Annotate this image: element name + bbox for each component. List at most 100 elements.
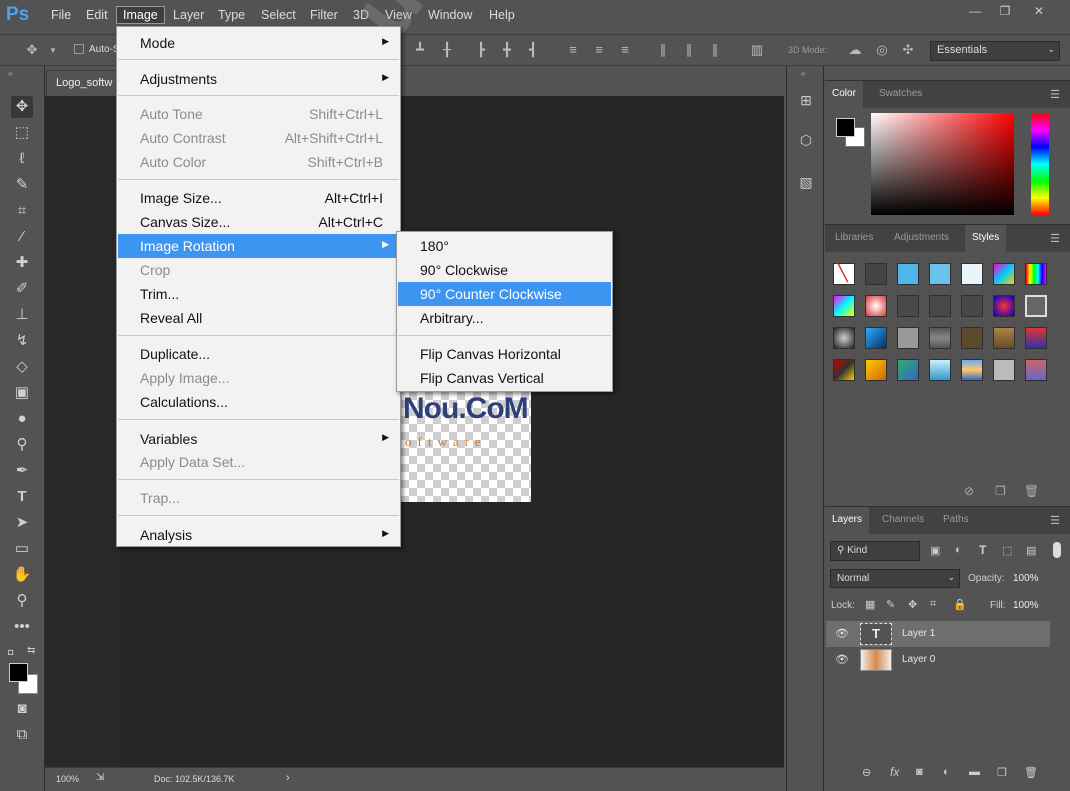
more-tools-icon[interactable]: ••• (11, 616, 33, 638)
layer-filter-select[interactable]: ⚲ Kind (830, 541, 920, 561)
properties-panel-icon[interactable]: ▧ (796, 174, 816, 194)
fx-icon[interactable]: fx (890, 765, 899, 779)
menu-layer[interactable]: Layer (173, 8, 204, 22)
filter-toggle[interactable] (1053, 542, 1061, 558)
menu-item-auto-color[interactable]: Auto Color Shift+Ctrl+B (118, 150, 399, 174)
trash-icon[interactable]: 🗑 (1024, 484, 1039, 498)
menu-item-duplicate[interactable]: Duplicate... (118, 342, 399, 366)
clear-style-icon[interactable]: ⊘ (964, 484, 974, 498)
style-swatch[interactable] (865, 263, 887, 285)
hue-slider[interactable] (1031, 113, 1049, 215)
eye-icon[interactable]: 👁 (835, 653, 849, 666)
foreground-color-chip[interactable] (836, 118, 855, 137)
close-icon[interactable]: ✕ (1030, 4, 1048, 18)
distribute-hcenter-icon[interactable]: ∥ (682, 42, 696, 58)
hand-tool-icon[interactable]: ✋ (11, 564, 33, 586)
menu-item-rotate-180[interactable]: 180° (398, 234, 611, 258)
link-layers-icon[interactable]: ⊖ (862, 766, 871, 779)
distribute-left-icon[interactable]: ∥ (656, 42, 670, 58)
auto-select-checkbox[interactable] (74, 44, 84, 54)
trash-icon[interactable]: 🗑 (1024, 766, 1038, 779)
menu-item-auto-contrast[interactable]: Auto Contrast Alt+Shift+Ctrl+L (118, 126, 399, 150)
export-icon[interactable]: ⇲ (96, 772, 104, 783)
tab-swatches[interactable]: Swatches (879, 88, 922, 99)
lasso-tool-icon[interactable]: ℓ (11, 148, 33, 170)
style-swatch[interactable] (961, 295, 983, 317)
eyedropper-tool-icon[interactable]: ⁄ (11, 226, 33, 248)
menu-item-reveal-all[interactable]: Reveal All (118, 306, 399, 330)
menu-item-auto-tone[interactable]: Auto Tone Shift+Ctrl+L (118, 102, 399, 126)
move-tool-preset-icon[interactable]: ✥ (25, 42, 39, 58)
tab-color[interactable]: Color (825, 81, 863, 109)
style-swatch[interactable] (1025, 359, 1047, 381)
folder-icon[interactable]: ▬ (969, 766, 980, 778)
menu-item-canvas-size[interactable]: Canvas Size... Alt+Ctrl+C (118, 210, 399, 234)
panel-menu-icon[interactable]: ☰ (1050, 88, 1060, 101)
color-picker-field[interactable] (871, 113, 1014, 215)
quick-select-tool-icon[interactable]: ✎ (11, 174, 33, 196)
blur-tool-icon[interactable]: ● (11, 408, 33, 430)
lock-transparent-icon[interactable]: ▦ (865, 598, 875, 611)
3d-panel-icon[interactable]: ⬡ (796, 132, 816, 152)
marquee-tool-icon[interactable]: ⬚ (11, 122, 33, 144)
tab-channels[interactable]: Channels (882, 514, 924, 525)
adjustment-layer-icon[interactable]: ◐ (943, 766, 950, 778)
style-swatch[interactable] (897, 327, 919, 349)
style-swatch[interactable] (961, 359, 983, 381)
panel-menu-icon[interactable]: ☰ (1050, 514, 1060, 527)
style-swatch[interactable] (961, 263, 983, 285)
opacity-value[interactable]: 100% (1013, 573, 1039, 584)
menu-item-flip-vertical[interactable]: Flip Canvas Vertical (398, 366, 611, 390)
tab-styles[interactable]: Styles (965, 225, 1007, 253)
minimize-icon[interactable]: — (966, 4, 984, 18)
style-swatch[interactable] (1025, 327, 1047, 349)
menu-item-rotate-90-ccw[interactable]: 90° Counter Clockwise (398, 282, 611, 306)
menu-item-adjustments[interactable]: Adjustments ▶ (118, 67, 399, 91)
quick-mask-icon[interactable]: ◙ (11, 698, 33, 720)
menu-item-flip-horizontal[interactable]: Flip Canvas Horizontal (398, 342, 611, 366)
brush-tool-icon[interactable]: ✐ (11, 278, 33, 300)
style-swatch[interactable] (897, 359, 919, 381)
style-swatch[interactable] (929, 295, 951, 317)
style-swatch[interactable] (897, 263, 919, 285)
document-tab[interactable]: Logo_softw (46, 70, 120, 96)
restore-icon[interactable]: ❐ (996, 4, 1014, 18)
filter-smart-object-icon[interactable]: ▤ (1026, 544, 1036, 557)
align-vcenter-icon[interactable]: ╂ (440, 42, 454, 58)
menu-window[interactable]: Window (428, 8, 472, 22)
panel-menu-icon[interactable]: ☰ (1050, 232, 1060, 245)
lock-artboard-icon[interactable]: ⌗ (930, 598, 936, 611)
add-mask-icon[interactable]: ◙ (916, 766, 923, 778)
screen-mode-icon[interactable]: ⧉ (11, 724, 33, 746)
menu-type[interactable]: Type (218, 8, 245, 22)
menu-item-apply-image[interactable]: Apply Image... (118, 366, 399, 390)
path-select-tool-icon[interactable]: ➤ (11, 512, 33, 534)
menu-item-image-size[interactable]: Image Size... Alt+Ctrl+I (118, 186, 399, 210)
menu-item-trim[interactable]: Trim... (118, 282, 399, 306)
crop-tool-icon[interactable]: ⌗ (11, 200, 33, 222)
style-swatch[interactable] (993, 295, 1015, 317)
auto-align-icon[interactable]: ▥ (750, 42, 764, 58)
tab-libraries[interactable]: Libraries (835, 232, 873, 243)
history-brush-tool-icon[interactable]: ↯ (11, 330, 33, 352)
distribute-top-icon[interactable]: ≡ (566, 42, 580, 58)
distribute-right-icon[interactable]: ∥ (708, 42, 722, 58)
healing-brush-tool-icon[interactable]: ✚ (11, 252, 33, 274)
chevron-down-icon[interactable]: ▾ (46, 45, 60, 61)
collapse-icon[interactable]: » (8, 69, 12, 78)
menu-item-arbitrary[interactable]: Arbitrary... (398, 306, 611, 330)
menu-item-crop[interactable]: Crop (118, 258, 399, 282)
menu-view[interactable]: View (385, 8, 412, 22)
layer-row-layer0[interactable]: 👁 Layer 0 (826, 647, 1050, 673)
menu-filter[interactable]: Filter (310, 8, 338, 22)
history-panel-icon[interactable]: ⊞ (796, 92, 816, 112)
style-swatch[interactable] (865, 327, 887, 349)
menu-item-variables[interactable]: Variables ▶ (118, 427, 399, 451)
chevron-right-icon[interactable]: › (286, 772, 290, 784)
menu-select[interactable]: Select (261, 8, 296, 22)
layer-row-layer1[interactable]: 👁 T Layer 1 (826, 621, 1050, 647)
distribute-vcenter-icon[interactable]: ≡ (592, 42, 606, 58)
style-swatch[interactable] (833, 327, 855, 349)
zoom-tool-icon[interactable]: ⚲ (11, 590, 33, 612)
filter-type-icon[interactable]: T (979, 543, 986, 557)
